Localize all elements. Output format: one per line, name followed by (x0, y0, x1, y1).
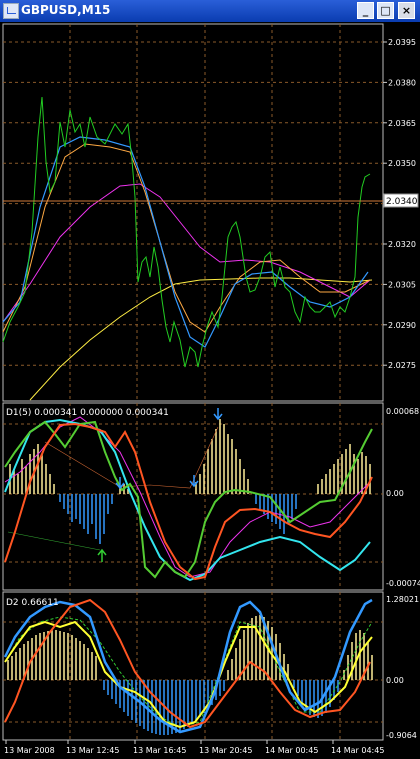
d2-scale-bottom: -0.9064 (386, 731, 417, 740)
time-axis-label: 14 Mar 00:45 (265, 746, 318, 755)
window-title: GBPUSD,M15 (21, 3, 111, 17)
current-price-label: 2.0340 (386, 197, 418, 207)
d2-scale-zero: 0.00 (386, 676, 404, 685)
main-price-panel[interactable]: 2.03952.03802.03652.03502.03352.03202.03… (2, 23, 419, 402)
d1-scale-bottom: -0.00074 (386, 579, 420, 588)
price-axis-label: 2.0320 (388, 240, 416, 249)
price-axis-label: 2.0395 (388, 38, 416, 47)
d1-label: D1(5) 0.000341 0.000000 0.000341 (6, 408, 169, 418)
time-axis-label: 13 Mar 2008 (4, 746, 55, 755)
price-axis-label: 2.0365 (388, 119, 416, 128)
chart-area[interactable]: 2.03952.03802.03652.03502.03352.03202.03… (0, 22, 420, 759)
d1-scale-top: 0.00068 (386, 407, 419, 416)
d1-indicator-panel[interactable]: D1(5) 0.000341 0.000000 0.000341 0.00068… (2, 402, 420, 591)
price-axis-label: 2.0290 (388, 321, 416, 330)
time-axis-label: 14 Mar 04:45 (331, 746, 384, 755)
price-axis-label: 2.0380 (388, 78, 416, 87)
time-axis-label: 13 Mar 12:45 (66, 746, 119, 755)
time-axis: 13 Mar 2008 13 Mar 12:45 13 Mar 16:45 13 Ma… (4, 740, 384, 755)
maximize-button[interactable]: □ (377, 2, 394, 19)
price-axis-label: 2.0275 (388, 361, 416, 370)
minimize-button[interactable]: _ (357, 2, 374, 19)
time-axis-label: 13 Mar 20:45 (199, 746, 252, 755)
chart-window-icon (3, 3, 19, 19)
d2-scale-top: 1.28021 (386, 595, 419, 604)
d1-scale-zero: 0.00 (386, 489, 404, 498)
d2-indicator-panel[interactable]: D2 0.66611 1.28021 0.00 -0.9064 (2, 591, 419, 741)
price-axis-label: 2.0305 (388, 280, 416, 289)
price-axis-label: 2.0350 (388, 159, 416, 168)
d2-label: D2 0.66611 (6, 598, 59, 608)
time-axis-label: 13 Mar 16:45 (133, 746, 186, 755)
title-bar: GBPUSD,M15 _ □ × (0, 0, 420, 22)
close-button[interactable]: × (398, 2, 415, 19)
